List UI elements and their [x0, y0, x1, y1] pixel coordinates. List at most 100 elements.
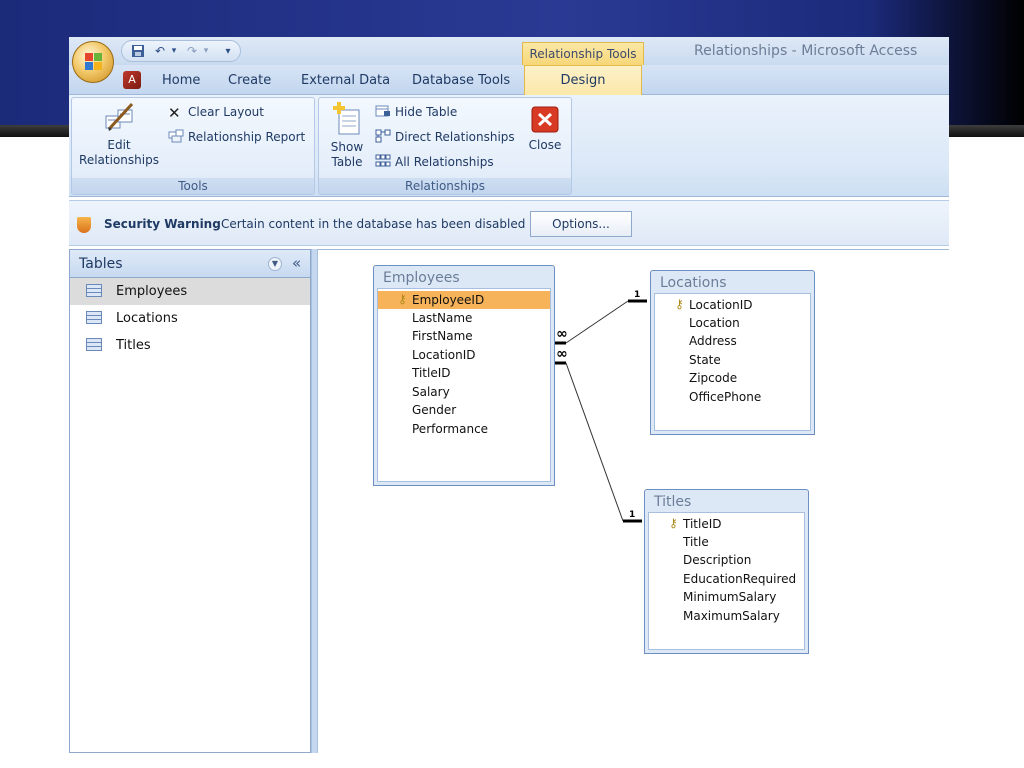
table-box-titles[interactable]: Titles ⚷ TitleID Title Description Educa…	[644, 489, 809, 654]
hide-table-icon	[375, 104, 391, 118]
access-app-icon: A	[123, 71, 141, 89]
table-box-title[interactable]: Employees	[374, 266, 554, 288]
nav-pane-header[interactable]: Tables ▼ «	[70, 250, 310, 278]
many-symbol-locations: ∞	[556, 326, 568, 342]
field-row[interactable]: State	[655, 351, 810, 369]
field-row[interactable]: LastName	[378, 309, 550, 327]
undo-dropdown-icon[interactable]: ▾	[166, 44, 182, 59]
redo-dropdown-icon[interactable]: ▾	[198, 44, 214, 59]
nav-menu-dropdown-icon[interactable]: ▼	[268, 257, 282, 271]
field-row[interactable]: Performance	[378, 420, 550, 438]
pane-splitter[interactable]	[311, 249, 318, 753]
field-row[interactable]: MinimumSalary	[649, 588, 804, 606]
table-box-title[interactable]: Titles	[645, 490, 808, 512]
relationship-line-employees-locations[interactable]	[565, 300, 629, 344]
options-button[interactable]: Options...	[530, 211, 632, 237]
one-symbol-locations: 1	[634, 290, 640, 300]
direct-relationships-label: Direct Relationships	[395, 130, 515, 144]
field-name: EmployeeID	[412, 293, 485, 307]
shutter-bar-collapse-icon[interactable]: «	[292, 254, 301, 272]
close-relationships-button[interactable]: Close	[523, 106, 567, 166]
security-shield-icon	[77, 217, 91, 233]
relationship-report-button[interactable]: Relationship Report	[168, 128, 305, 146]
all-relationships-button[interactable]: All Relationships	[375, 153, 494, 171]
table-box-employees[interactable]: Employees ⚷ EmployeeID LastName FirstNam…	[373, 265, 555, 486]
clear-layout-button[interactable]: ✕ Clear Layout	[168, 103, 264, 121]
direct-relationships-icon	[375, 129, 391, 143]
field-name: Title	[683, 535, 709, 549]
edit-relationships-icon	[105, 102, 134, 131]
show-table-button[interactable]: Show Table	[323, 102, 371, 176]
field-row[interactable]: Gender	[378, 401, 550, 419]
nav-item-employees[interactable]: Employees	[70, 278, 310, 305]
field-key[interactable]: ⚷ EmployeeID	[378, 291, 550, 309]
field-key[interactable]: ⚷ LocationID	[655, 296, 810, 314]
field-name: Salary	[412, 385, 450, 399]
office-button[interactable]	[72, 41, 114, 83]
field-row[interactable]: Location	[655, 314, 810, 332]
relationship-line-employees-titles[interactable]	[565, 362, 624, 522]
security-warning-message: Certain content in the database has been…	[221, 217, 526, 231]
security-message-bar: Security Warning Certain content in the …	[69, 200, 949, 246]
field-row[interactable]: EducationRequired	[649, 570, 804, 588]
window-title: Relationships - Microsoft Access	[694, 43, 918, 59]
field-row[interactable]: Salary	[378, 383, 550, 401]
field-name: MinimumSalary	[683, 590, 777, 604]
nav-item-label: Titles	[116, 338, 151, 353]
customize-toolbar-icon[interactable]: ▾	[220, 44, 236, 59]
table-box-title[interactable]: Locations	[651, 271, 814, 293]
nav-pane-title: Tables	[79, 256, 123, 272]
field-row[interactable]: FirstName	[378, 327, 550, 345]
field-row[interactable]: OfficePhone	[655, 388, 810, 406]
office-logo-icon	[85, 53, 103, 71]
tab-design[interactable]: Design	[524, 65, 642, 96]
tab-home[interactable]: Home	[162, 73, 200, 88]
field-name: Zipcode	[689, 371, 738, 385]
relationships-group: Show Table Hide Table Direct Relationshi…	[318, 97, 572, 195]
field-list: ⚷ TitleID Title Description EducationReq…	[648, 512, 805, 650]
field-row[interactable]: Description	[649, 551, 804, 569]
title-bar: ↶ ▾ ↷ ▾ ▾ Relationship Tools Relationshi…	[69, 37, 949, 65]
field-list: ⚷ EmployeeID LastName FirstName Location…	[377, 288, 551, 482]
hide-table-button[interactable]: Hide Table	[375, 103, 457, 121]
clear-layout-label: Clear Layout	[188, 105, 264, 119]
primary-key-icon: ⚷	[398, 292, 407, 306]
field-row[interactable]: TitleID	[378, 364, 550, 382]
field-name: FirstName	[412, 329, 473, 343]
field-name: LastName	[412, 311, 473, 325]
field-name: MaximumSalary	[683, 609, 780, 623]
field-row[interactable]: MaximumSalary	[649, 607, 804, 625]
relationship-tools-context-label: Relationship Tools	[522, 42, 644, 65]
field-name: State	[689, 353, 721, 367]
table-icon	[86, 311, 102, 324]
nav-item-locations[interactable]: Locations	[70, 305, 310, 332]
field-name: OfficePhone	[689, 390, 762, 404]
field-name: LocationID	[412, 348, 476, 362]
field-row[interactable]: LocationID	[378, 346, 550, 364]
direct-relationships-button[interactable]: Direct Relationships	[375, 128, 515, 146]
table-box-locations[interactable]: Locations ⚷ LocationID Location Address …	[650, 270, 815, 435]
field-row[interactable]: Address	[655, 332, 810, 350]
field-row[interactable]: Zipcode	[655, 369, 810, 387]
clear-layout-icon: ✕	[168, 104, 181, 122]
tab-database-tools[interactable]: Database Tools	[412, 73, 510, 88]
field-name: EducationRequired	[683, 572, 797, 586]
field-name: Gender	[412, 403, 457, 417]
relationship-report-icon	[168, 129, 184, 143]
quick-access-toolbar: ↶ ▾ ↷ ▾ ▾	[121, 40, 241, 62]
tab-create[interactable]: Create	[228, 73, 271, 88]
field-name: TitleID	[412, 366, 451, 380]
many-symbol-titles: ∞	[556, 346, 568, 362]
nav-item-label: Employees	[116, 284, 188, 299]
edit-relationships-button[interactable]: Edit Relationships	[76, 102, 162, 176]
field-name: Location	[689, 316, 740, 330]
field-key[interactable]: ⚷ TitleID	[649, 515, 804, 533]
all-relationships-label: All Relationships	[395, 155, 494, 169]
relationship-report-label: Relationship Report	[188, 130, 306, 144]
close-label: Close	[528, 138, 562, 152]
nav-item-titles[interactable]: Titles	[70, 332, 310, 359]
tab-external-data[interactable]: External Data	[301, 73, 390, 88]
field-row[interactable]: Title	[649, 533, 804, 551]
field-name: LocationID	[689, 298, 753, 312]
save-icon[interactable]	[130, 44, 146, 59]
